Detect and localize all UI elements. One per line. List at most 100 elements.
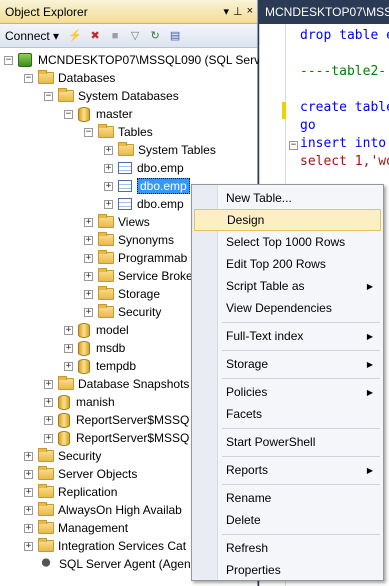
expand-toggle-icon[interactable]: + xyxy=(84,307,93,317)
expand-toggle-icon[interactable]: + xyxy=(44,397,53,407)
tree-node[interactable]: SQL Server Agent (Agen xyxy=(24,555,191,573)
query-editor-tab[interactable]: MCNDESKTOP07\MSSQL09... xyxy=(259,0,389,24)
connect-button[interactable]: Connect ▾ xyxy=(5,29,59,43)
tree-node-label[interactable]: ReportServer$MSSQ xyxy=(76,431,189,445)
tree-node-label[interactable]: dbo.emp xyxy=(137,161,184,175)
tree-node[interactable]: + Integration Services Cat xyxy=(24,537,186,555)
expand-toggle-icon[interactable]: + xyxy=(84,235,93,245)
tree-node-label[interactable]: Service Broke xyxy=(118,269,193,283)
tree-node-label[interactable]: msdb xyxy=(96,341,125,355)
tree-node-label[interactable]: Views xyxy=(118,215,150,229)
tree-node[interactable]: + Storage xyxy=(84,285,160,303)
tree-node[interactable]: + ReportServer$MSSQ xyxy=(44,411,189,429)
tree-node-label[interactable]: Integration Services Cat xyxy=(58,539,186,553)
tree-node[interactable]: − System Databases xyxy=(44,87,179,105)
menu-item-properties[interactable]: Properties xyxy=(194,559,381,581)
code-line[interactable]: select 1,'wo xyxy=(300,154,389,169)
expand-toggle-icon[interactable]: + xyxy=(64,325,73,335)
outline-collapse-icon[interactable]: − xyxy=(289,141,298,150)
collapse-toggle-icon[interactable]: − xyxy=(4,55,13,65)
collapse-toggle-icon[interactable]: − xyxy=(24,73,33,83)
tree-node[interactable]: + dbo.emp xyxy=(104,159,184,177)
tree-node[interactable]: − master xyxy=(64,105,133,123)
tree-node[interactable]: + tempdb xyxy=(64,357,136,375)
tree-node-label[interactable]: System Tables xyxy=(138,143,216,157)
tree-node-label[interactable]: Replication xyxy=(58,485,117,499)
collapse-toggle-icon[interactable]: − xyxy=(84,127,93,137)
expand-toggle-icon[interactable]: + xyxy=(24,451,33,461)
menu-item-reports[interactable]: Reports ▶ xyxy=(194,459,381,481)
expand-toggle-icon[interactable]: + xyxy=(104,145,113,155)
tree-node-label[interactable]: Databases xyxy=(58,71,115,85)
menu-item-storage[interactable]: Storage ▶ xyxy=(194,353,381,375)
tree-node[interactable]: + System Tables xyxy=(104,141,216,159)
tree-node-label[interactable]: Synonyms xyxy=(118,233,174,247)
menu-item-policies[interactable]: Policies ▶ xyxy=(194,381,381,403)
tree-node[interactable]: + Views xyxy=(84,213,150,231)
stop-icon[interactable]: ■ xyxy=(107,28,123,44)
tree-node[interactable]: + msdb xyxy=(64,339,125,357)
tree-node[interactable]: + AlwaysOn High Availab xyxy=(24,501,182,519)
tree-node-label[interactable]: ReportServer$MSSQ xyxy=(76,413,189,427)
tree-node-label[interactable]: SQL Server Agent (Agen xyxy=(59,557,191,571)
expand-toggle-icon[interactable]: + xyxy=(104,163,113,173)
tree-node-label[interactable]: dbo.emp xyxy=(137,178,190,194)
menu-item-design[interactable]: Design xyxy=(194,209,381,231)
expand-toggle-icon[interactable]: + xyxy=(24,487,33,497)
menu-item-refresh[interactable]: Refresh xyxy=(194,537,381,559)
tree-node-label[interactable]: Tables xyxy=(118,125,153,139)
code-line[interactable]: ----table2- xyxy=(300,64,386,79)
menu-item-select-top-1000-rows[interactable]: Select Top 1000 Rows xyxy=(194,231,381,253)
expand-toggle-icon[interactable]: + xyxy=(44,433,53,443)
disconnect-icon[interactable]: ✖ xyxy=(87,28,103,44)
tree-node-label[interactable]: Programmab xyxy=(118,251,187,265)
tree-node[interactable]: + dbo.emp xyxy=(104,195,184,213)
tree-node-label[interactable]: Management xyxy=(58,521,128,535)
tree-node-label[interactable]: dbo.emp xyxy=(137,197,184,211)
tree-node-label[interactable]: tempdb xyxy=(96,359,136,373)
connect-server-icon[interactable]: ⚡ xyxy=(67,28,83,44)
code-line[interactable]: create table xyxy=(300,100,389,115)
tree-node-label[interactable]: Security xyxy=(58,449,101,463)
tree-node[interactable]: + dbo.emp xyxy=(104,177,190,195)
tree-node[interactable]: + Replication xyxy=(24,483,117,501)
tree-node[interactable]: + Service Broke xyxy=(84,267,193,285)
menu-item-edit-top-200-rows[interactable]: Edit Top 200 Rows xyxy=(194,253,381,275)
tree-node[interactable]: − Databases xyxy=(24,69,115,87)
tree-node[interactable]: + Security xyxy=(84,303,161,321)
expand-toggle-icon[interactable]: + xyxy=(84,217,93,227)
menu-item-facets[interactable]: Facets xyxy=(194,403,381,425)
tree-node-label[interactable]: Server Objects xyxy=(58,467,137,481)
expand-toggle-icon[interactable]: + xyxy=(104,181,113,191)
expand-toggle-icon[interactable]: + xyxy=(24,523,33,533)
summary-icon[interactable]: ▤ xyxy=(167,28,183,44)
menu-item-script-table-as[interactable]: Script Table as ▶ xyxy=(194,275,381,297)
tree-node-label[interactable]: Security xyxy=(118,305,161,319)
menu-item-rename[interactable]: Rename xyxy=(194,487,381,509)
tree-node-label[interactable]: MCNDESKTOP07\MSSQL090 (SQL Server xyxy=(38,53,271,67)
auto-hide-pin-icon[interactable]: ⊥ xyxy=(233,5,243,18)
expand-toggle-icon[interactable]: + xyxy=(84,289,93,299)
tree-node-label[interactable]: System Databases xyxy=(78,89,179,103)
menu-item-full-text-index[interactable]: Full-Text index ▶ xyxy=(194,325,381,347)
tree-node[interactable]: + Management xyxy=(24,519,128,537)
tree-node[interactable]: + ReportServer$MSSQ xyxy=(44,429,189,447)
tree-node-label[interactable]: Storage xyxy=(118,287,160,301)
tree-node[interactable]: + model xyxy=(64,321,129,339)
tree-node-label[interactable]: model xyxy=(96,323,129,337)
code-line[interactable]: go xyxy=(300,118,316,133)
filter-icon[interactable]: ▽ xyxy=(127,28,143,44)
tree-node-label[interactable]: AlwaysOn High Availab xyxy=(58,503,182,517)
tree-node[interactable]: + Synonyms xyxy=(84,231,174,249)
tree-node-label[interactable]: master xyxy=(96,107,133,121)
expand-toggle-icon[interactable]: + xyxy=(104,199,113,209)
window-position-icon[interactable]: ▾ xyxy=(223,5,229,18)
expand-toggle-icon[interactable]: + xyxy=(64,361,73,371)
expand-toggle-icon[interactable]: + xyxy=(24,505,33,515)
expand-toggle-icon[interactable]: + xyxy=(44,415,53,425)
expand-toggle-icon[interactable]: + xyxy=(84,271,93,281)
tree-node[interactable]: + Programmab xyxy=(84,249,187,267)
tree-node[interactable]: − Tables xyxy=(84,123,153,141)
expand-toggle-icon[interactable]: + xyxy=(64,343,73,353)
expand-toggle-icon[interactable]: + xyxy=(84,253,93,263)
